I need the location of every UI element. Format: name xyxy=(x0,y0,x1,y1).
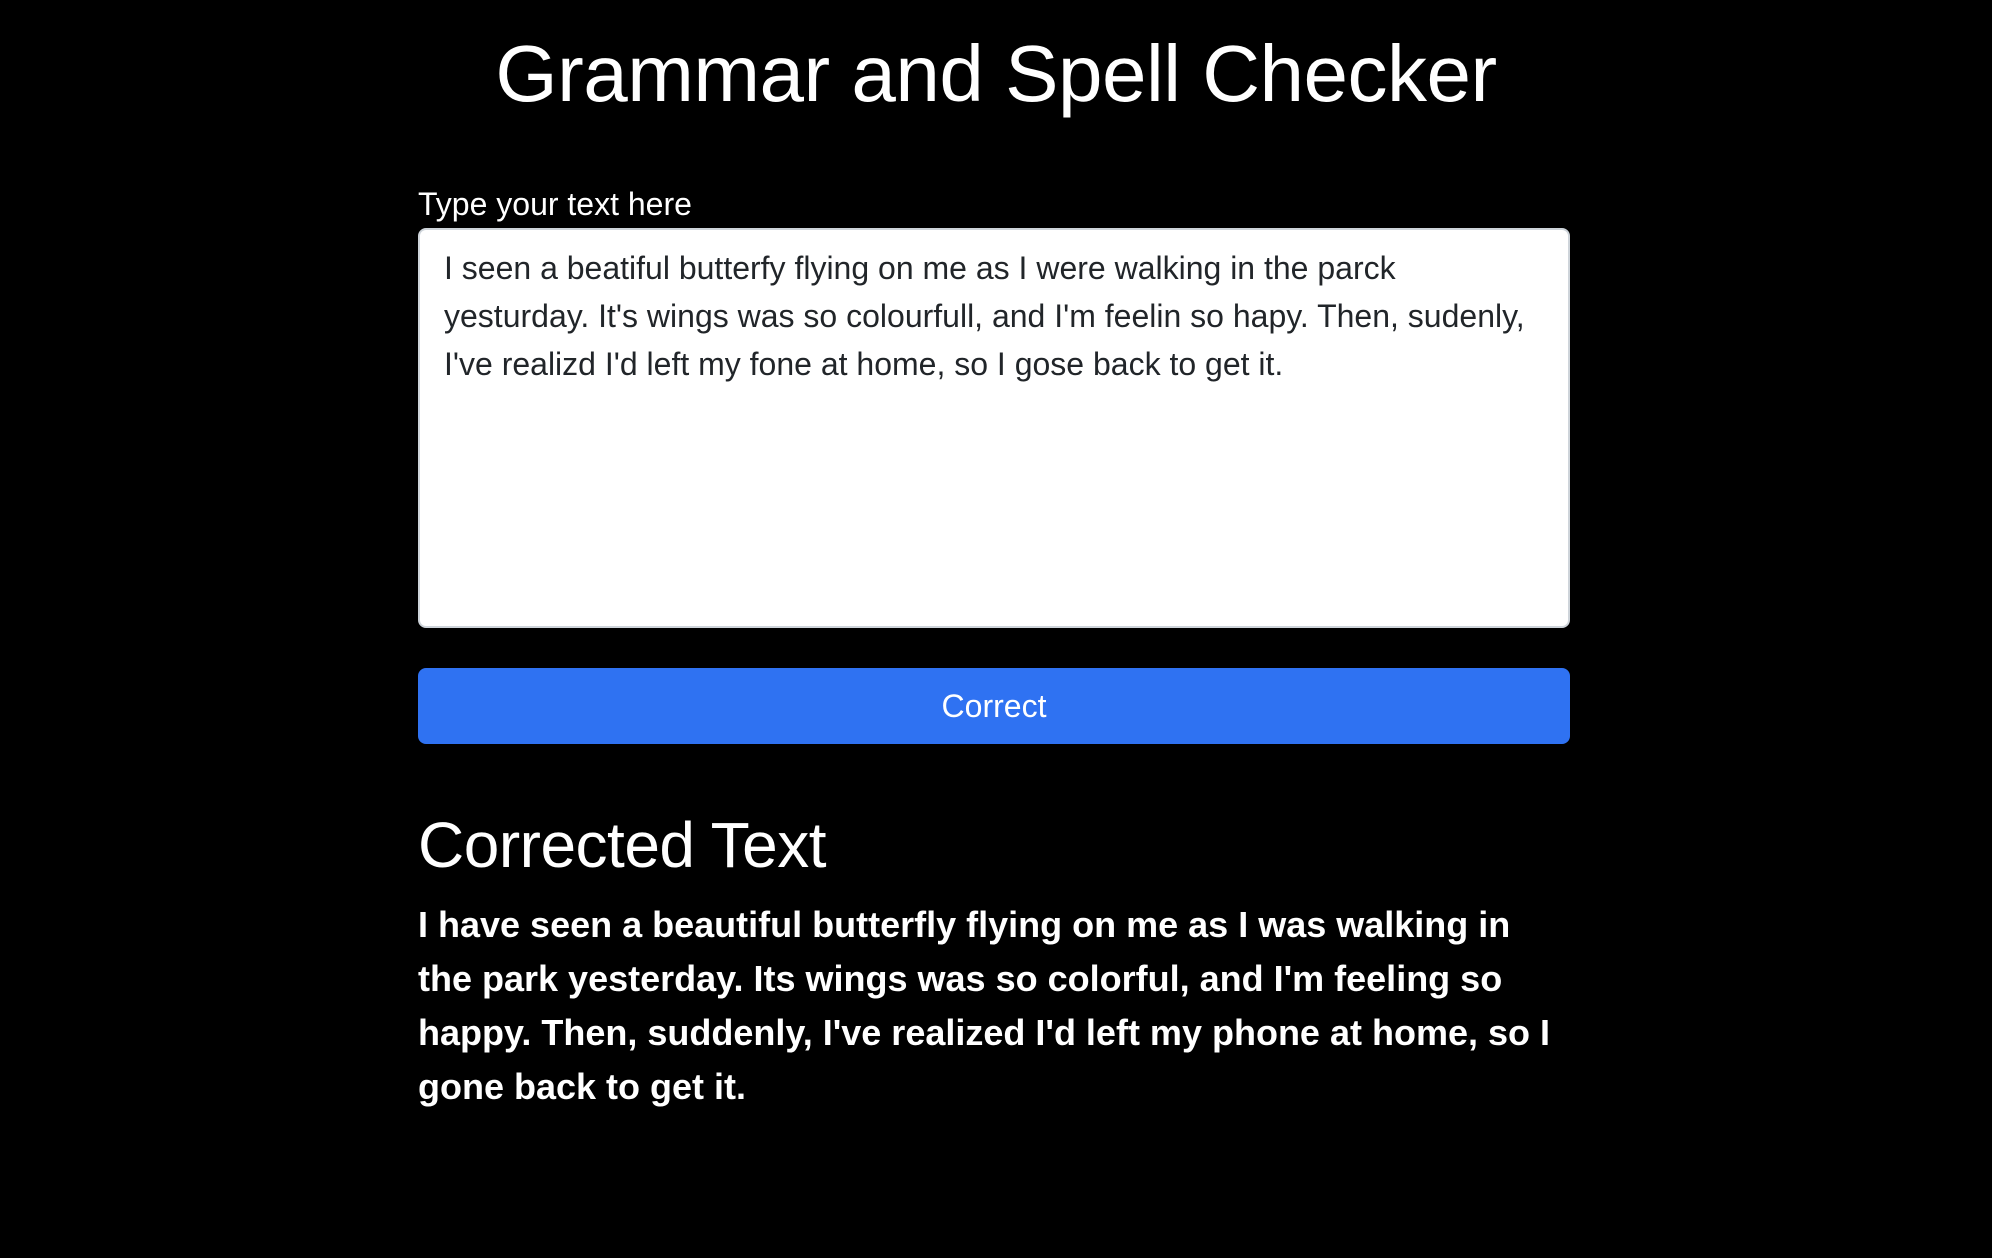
corrected-text-heading: Corrected Text xyxy=(418,809,827,881)
checker-form: Type your text here I seen a beatiful bu… xyxy=(418,182,1570,1114)
text-input-label: Type your text here xyxy=(418,186,692,222)
app-page: Grammar and Spell Checker Type your text… xyxy=(0,0,1992,1258)
corrected-text: I have seen a beautiful butterfly flying… xyxy=(418,904,1550,1107)
text-input[interactable]: I seen a beatiful butterfy flying on me … xyxy=(418,228,1570,628)
correct-button[interactable]: Correct xyxy=(418,668,1570,744)
page-title: Grammar and Spell Checker xyxy=(495,29,1497,118)
